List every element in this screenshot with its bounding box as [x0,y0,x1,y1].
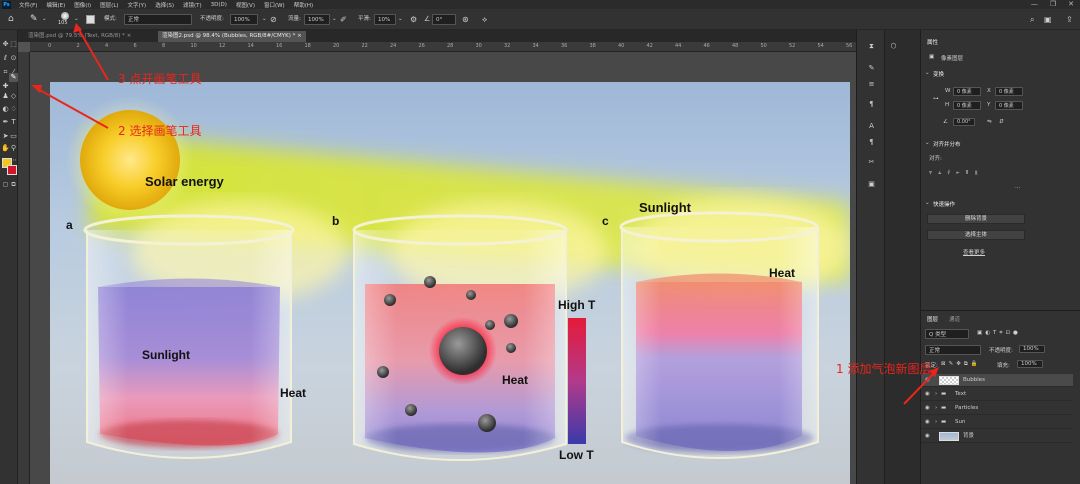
annotation-step1: 1 添加气泡新图层 [836,362,932,376]
annotation-step3: 3 点开画笔工具 [118,72,202,86]
arrow-step2 [35,87,109,129]
arrow-step3 [77,27,109,81]
annotation-step2: 2 选择画笔工具 [118,124,202,138]
